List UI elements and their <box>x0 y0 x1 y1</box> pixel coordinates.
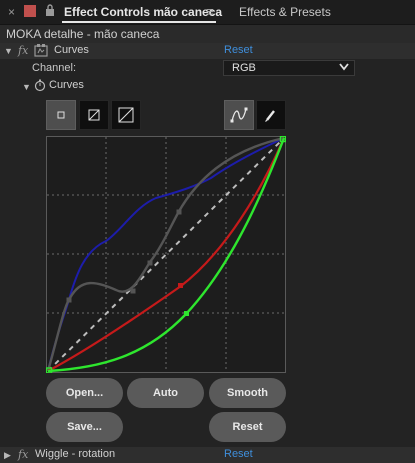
graph-size-medium-button[interactable] <box>79 100 109 130</box>
channel-select[interactable]: RGB <box>223 60 355 76</box>
channel-label: Channel: <box>32 62 77 74</box>
wiggle-reset-link[interactable]: Reset <box>224 448 253 460</box>
bezier-tool-button[interactable] <box>224 100 254 130</box>
save-button[interactable]: Save... <box>46 412 123 442</box>
chevron-down-icon[interactable]: ▼ <box>22 82 31 92</box>
medium-grid-icon <box>88 109 100 121</box>
effect-preset-icon <box>34 44 48 60</box>
stopwatch-icon[interactable] <box>34 79 46 95</box>
active-tab-indicator <box>62 21 216 23</box>
smooth-button[interactable]: Smooth <box>209 378 286 408</box>
graph-size-large-button[interactable] <box>111 100 141 130</box>
panel-color-swatch <box>24 5 36 17</box>
layer-header: MOKA detalhe - mão caneca <box>0 25 415 43</box>
pencil-icon <box>265 110 275 122</box>
curves-property-label: Curves <box>49 79 84 91</box>
small-grid-icon <box>57 111 65 119</box>
effect-name-wiggle: Wiggle - rotation <box>35 448 116 460</box>
bezier-curve-icon <box>230 107 248 123</box>
panel-tab-bar: × Effect Controls mão caneca ≡ Effects &… <box>0 0 415 25</box>
pencil-tool-button[interactable] <box>256 100 286 130</box>
curves-reset-link[interactable]: Reset <box>224 44 253 56</box>
red-control-point[interactable] <box>178 283 183 288</box>
graph-size-small-button[interactable] <box>46 100 76 130</box>
close-tab-icon[interactable]: × <box>8 5 15 19</box>
chevron-right-icon[interactable]: ▶ <box>4 450 11 461</box>
fx-icon[interactable]: fx <box>18 448 28 461</box>
large-grid-icon <box>118 107 134 123</box>
panel-menu-icon[interactable]: ≡ <box>206 4 214 19</box>
fx-icon[interactable]: fx <box>18 44 28 57</box>
chevron-down-icon <box>339 63 349 71</box>
tab-effect-controls[interactable]: Effect Controls mão caneca <box>64 5 222 19</box>
tab-effects-presets[interactable]: Effects & Presets <box>239 5 331 19</box>
open-button[interactable]: Open... <box>46 378 123 408</box>
auto-button[interactable]: Auto <box>127 378 204 408</box>
channel-value: RGB <box>232 62 256 74</box>
curves-graph[interactable] <box>45 135 287 374</box>
green-control-point[interactable] <box>184 311 189 316</box>
effect-row-wiggle[interactable]: ▶ fx Wiggle - rotation Reset <box>0 447 415 463</box>
reset-curve-button[interactable]: Reset <box>209 412 286 442</box>
layer-title: MOKA detalhe - mão caneca <box>6 27 160 41</box>
effect-name-curves: Curves <box>54 44 89 56</box>
chevron-down-icon[interactable]: ▼ <box>4 46 13 56</box>
lock-icon[interactable] <box>45 4 55 16</box>
effect-row-curves[interactable]: ▼ fx Curves Reset <box>0 43 415 59</box>
